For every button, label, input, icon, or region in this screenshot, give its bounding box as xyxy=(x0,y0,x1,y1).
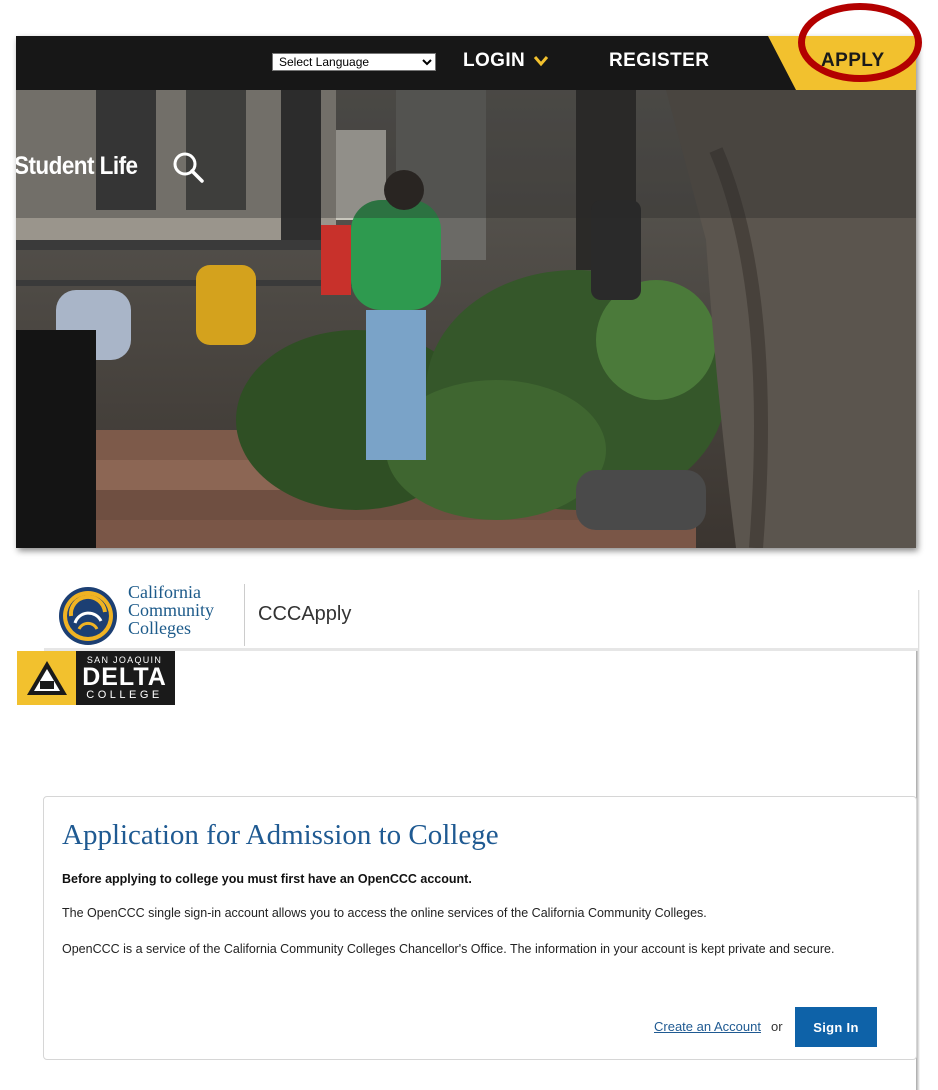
delta-college-logo: SAN JOAQUIN DELTA COLLEGE xyxy=(17,651,175,705)
chevron-down-icon xyxy=(534,56,549,67)
logo-text-line: California xyxy=(128,582,201,602)
logo-text-line: Community xyxy=(128,600,215,620)
header-divider xyxy=(244,584,245,646)
application-card: Application for Admission to College Bef… xyxy=(43,796,917,1060)
or-text: or xyxy=(771,1019,783,1034)
delta-logo-line2: DELTA xyxy=(82,663,167,691)
register-link[interactable]: REGISTER xyxy=(609,50,709,72)
sign-in-button[interactable]: Sign In xyxy=(795,1007,877,1047)
top-navigation-bar: Select Language LOGIN REGISTER APPLY xyxy=(16,36,916,90)
cccapply-header: California Community Colleges CCCApply xyxy=(44,583,918,651)
card-paragraph: The OpenCCC single sign-in account allow… xyxy=(62,906,707,920)
login-label: LOGIN xyxy=(463,50,526,71)
college-website-screenshot: Select Language LOGIN REGISTER APPLY Stu… xyxy=(16,36,916,548)
card-title: Application for Admission to College xyxy=(62,819,499,851)
search-icon[interactable] xyxy=(171,150,205,184)
delta-triangle-icon xyxy=(27,661,67,695)
login-menu[interactable]: LOGIN xyxy=(463,50,549,72)
card-lead-text: Before applying to college you must firs… xyxy=(62,872,472,886)
language-select[interactable]: Select Language xyxy=(272,53,436,71)
card-paragraph: OpenCCC is a service of the California C… xyxy=(62,942,835,956)
california-community-colleges-logo[interactable] xyxy=(57,585,119,647)
apply-highlight-ring xyxy=(798,3,922,82)
logo-text-line: Colleges xyxy=(128,618,191,638)
ccc-logo-text: California Community Colleges xyxy=(128,583,214,637)
student-life-menu[interactable]: Student Life xyxy=(16,152,138,181)
delta-logo-emblem-bg xyxy=(17,651,76,705)
create-account-link[interactable]: Create an Account xyxy=(654,1019,761,1034)
hero-photo: Student Life xyxy=(16,90,916,548)
hero-nav-band xyxy=(16,90,916,218)
app-name: CCCApply xyxy=(258,603,352,625)
delta-logo-line3: COLLEGE xyxy=(86,689,163,701)
